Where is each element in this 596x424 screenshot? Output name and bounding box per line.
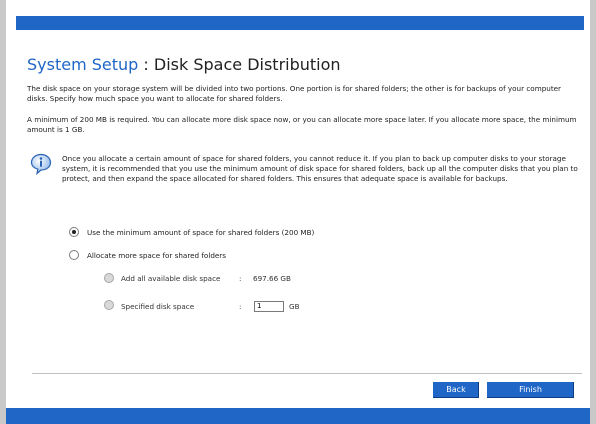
info-icon [30, 153, 52, 175]
radio-more-space-label[interactable]: Allocate more space for shared folders [87, 251, 226, 260]
back-button[interactable]: Back [433, 382, 479, 398]
specified-space-input[interactable]: 1 [254, 301, 284, 312]
specified-separator: : [239, 302, 242, 311]
page-title-main: System Setup [27, 55, 139, 74]
intro-paragraph-2: A minimum of 200 MB is required. You can… [27, 115, 577, 134]
header-bar [6, 0, 590, 35]
radio-more-space[interactable] [69, 250, 79, 260]
radio-specified-space[interactable] [104, 300, 114, 310]
radio-minimum-space-label[interactable]: Use the minimum amount of space for shar… [87, 228, 314, 237]
intro-paragraph-1: The disk space on your storage system wi… [27, 84, 562, 103]
page-title: System Setup : Disk Space Distribution [27, 55, 341, 74]
radio-minimum-space[interactable] [69, 227, 79, 237]
finish-button[interactable]: Finish [487, 382, 574, 398]
add-all-separator: : [239, 274, 242, 283]
add-all-value: 697.66 GB [253, 274, 291, 283]
footer-bar [6, 408, 590, 424]
header-accent-strip [16, 16, 584, 30]
radio-specified-space-label: Specified disk space [121, 302, 195, 311]
specified-space-unit: GB [289, 302, 300, 311]
radio-add-all-space-label: Add all available disk space [121, 274, 221, 283]
note-text: Once you allocate a certain amount of sp… [62, 154, 578, 183]
radio-add-all-space[interactable] [104, 273, 114, 283]
page-title-sub: Disk Space Distribution [153, 55, 341, 74]
page-title-separator: : [138, 55, 154, 74]
footer-divider [32, 373, 582, 374]
